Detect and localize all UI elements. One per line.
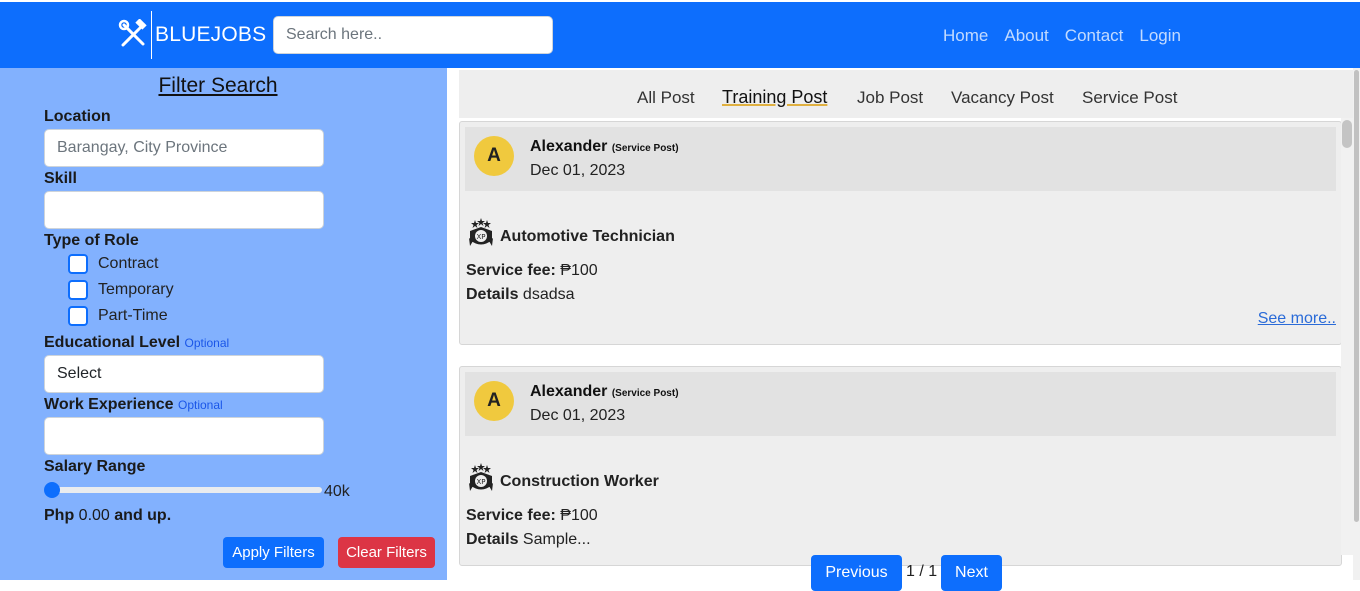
- role-option-temporary[interactable]: Temporary: [68, 280, 174, 300]
- post-author: Alexander (Service Post): [530, 383, 679, 401]
- salary-amount: 0.00: [78, 507, 110, 524]
- salary-slider-track[interactable]: [44, 487, 322, 493]
- role-option-part-time[interactable]: Part-Time: [68, 306, 168, 326]
- temporary-label: Temporary: [98, 281, 174, 298]
- nav-login-link[interactable]: Login: [1139, 26, 1181, 46]
- post-type-tag: (Service Post): [611, 143, 679, 154]
- page-scrollbar-thumb[interactable]: [1354, 70, 1359, 522]
- filter-title: Filter Search: [158, 74, 278, 97]
- svg-text:XP: XP: [476, 478, 485, 486]
- role-type-label: Type of Role: [44, 232, 139, 249]
- details-value: dsadsa: [522, 286, 575, 303]
- post-date: Dec 01, 2023: [530, 162, 626, 179]
- post-card: A Alexander (Service Post) Dec 01, 2023 …: [459, 366, 1342, 566]
- next-page-button[interactable]: Next: [941, 555, 1002, 591]
- service-fee-value: ₱100: [560, 507, 598, 524]
- posts-scrollbar[interactable]: [1341, 118, 1353, 555]
- post-header: A Alexander (Service Post) Dec 01, 2023: [465, 127, 1336, 191]
- experience-input[interactable]: [44, 417, 324, 455]
- tab-job-post[interactable]: Job Post: [857, 88, 923, 108]
- role-option-contract[interactable]: Contract: [68, 254, 158, 274]
- salary-max-label: 40k: [324, 483, 350, 500]
- details-label: Details: [466, 531, 519, 548]
- xp-badge-icon: XP: [469, 463, 493, 491]
- author-name[interactable]: Alexander: [530, 138, 607, 155]
- apply-filters-button[interactable]: Apply Filters: [223, 537, 324, 568]
- tab-training-post[interactable]: Training Post: [722, 87, 827, 108]
- post-title: Automotive Technician: [500, 228, 675, 245]
- post-card: A Alexander (Service Post) Dec 01, 2023 …: [459, 121, 1342, 345]
- salary-slider-thumb[interactable]: [44, 482, 60, 498]
- details-value: Sample...: [522, 531, 591, 548]
- salary-prefix: Php: [44, 507, 75, 524]
- service-fee: Service fee: ₱100: [466, 507, 598, 525]
- location-input[interactable]: [44, 129, 324, 167]
- avatar[interactable]: A: [474, 381, 514, 421]
- nav-contact-link[interactable]: Contact: [1065, 26, 1124, 46]
- tab-service-post[interactable]: Service Post: [1082, 88, 1177, 108]
- brand-divider: [151, 11, 152, 59]
- contract-checkbox[interactable]: [68, 254, 88, 274]
- education-label: Educational Level Optional: [44, 334, 229, 352]
- post-type-tag: (Service Post): [611, 388, 679, 399]
- salary-suffix: and up.: [114, 507, 172, 524]
- service-fee-value: ₱100: [560, 262, 598, 279]
- education-label-text: Educational Level: [44, 334, 181, 351]
- tab-vacancy-post[interactable]: Vacancy Post: [951, 88, 1054, 108]
- post-details: Details Sample...: [466, 531, 591, 549]
- part-time-label: Part-Time: [98, 307, 168, 324]
- temporary-checkbox[interactable]: [68, 280, 88, 300]
- skill-label: Skill: [44, 170, 77, 187]
- post-title: Construction Worker: [500, 473, 659, 490]
- part-time-checkbox[interactable]: [68, 306, 88, 326]
- salary-range-label: Salary Range: [44, 458, 146, 475]
- nav-links: Home About Contact Login: [943, 26, 1181, 46]
- brand-name[interactable]: BLUEJOBS: [155, 23, 266, 47]
- posts-scrollbar-thumb[interactable]: [1342, 120, 1352, 148]
- service-fee-label: Service fee:: [466, 507, 556, 524]
- top-navbar: BLUEJOBS Home About Contact Login: [0, 2, 1360, 68]
- service-fee: Service fee: ₱100: [466, 262, 598, 280]
- clear-filters-button[interactable]: Clear Filters: [338, 537, 435, 568]
- education-optional-tag: Optional: [184, 336, 230, 350]
- see-more-link[interactable]: See more..: [1258, 310, 1336, 328]
- location-label: Location: [44, 108, 111, 125]
- search-input[interactable]: [273, 16, 553, 54]
- salary-summary: Php 0.00 and up.: [44, 507, 171, 525]
- experience-label-text: Work Experience: [44, 396, 174, 413]
- post-date: Dec 01, 2023: [530, 407, 626, 424]
- education-select[interactable]: Select: [44, 355, 324, 393]
- post-header: A Alexander (Service Post) Dec 01, 2023: [465, 372, 1336, 436]
- nav-about-link[interactable]: About: [1004, 26, 1048, 46]
- details-label: Details: [466, 286, 519, 303]
- hammer-wrench-icon: [118, 19, 147, 47]
- service-fee-label: Service fee:: [466, 262, 556, 279]
- author-name[interactable]: Alexander: [530, 383, 607, 400]
- post-tabs: All Post Training Post Job Post Vacancy …: [459, 70, 1353, 118]
- tab-all-post[interactable]: All Post: [637, 88, 695, 108]
- previous-page-button[interactable]: Previous: [811, 555, 902, 591]
- post-details: Details dsadsa: [466, 286, 575, 304]
- skill-input[interactable]: [44, 191, 324, 229]
- avatar[interactable]: A: [474, 136, 514, 176]
- education-select-value: Select: [57, 365, 102, 382]
- page-indicator: 1 / 1: [906, 563, 938, 580]
- experience-optional-tag: Optional: [178, 398, 223, 412]
- post-author: Alexander (Service Post): [530, 138, 679, 156]
- svg-text:XP: XP: [476, 233, 485, 241]
- filter-panel: Filter Search Location Skill Type of Rol…: [0, 68, 447, 580]
- xp-badge-icon: XP: [469, 218, 493, 246]
- experience-label: Work Experience Optional: [44, 396, 223, 414]
- contract-label: Contract: [98, 255, 159, 272]
- nav-home-link[interactable]: Home: [943, 26, 988, 46]
